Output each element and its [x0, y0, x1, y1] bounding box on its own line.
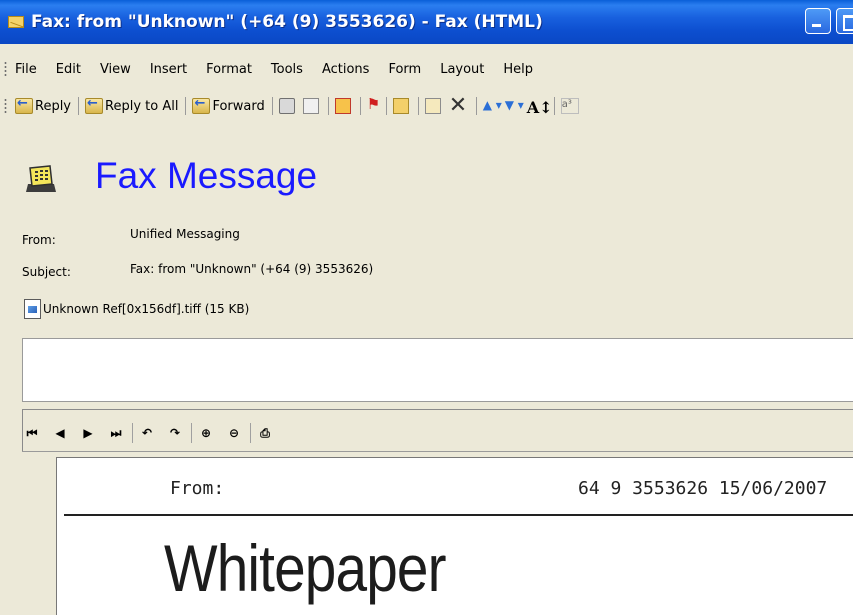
last-page-button[interactable]: ⏭ — [106, 426, 126, 441]
last-page-icon: ⏭ — [110, 425, 122, 440]
next-item-icon: ▼ ▾ — [504, 98, 524, 112]
maximize-button[interactable] — [836, 8, 853, 34]
fax-from-label: From: — [170, 478, 225, 499]
previous-page-button[interactable]: ◀ — [50, 426, 70, 440]
open-folder-button[interactable] — [392, 98, 411, 114]
menu-form[interactable]: Form — [388, 62, 421, 77]
from-value: Unified Messaging — [130, 227, 240, 241]
viewer-print-button[interactable]: ⎙ — [255, 426, 275, 441]
attachment-file-icon — [24, 299, 41, 319]
viewer-separator — [250, 423, 251, 443]
fax-divider-line — [64, 514, 853, 516]
standard-toolbar: Reply Reply to All Forward ✕ ▲ ▾ ▼ ▾ A↕ … — [0, 92, 853, 120]
message-title: Fax Message — [95, 155, 318, 196]
copy-button[interactable] — [302, 98, 321, 114]
encoding-button[interactable]: a³ — [560, 98, 581, 114]
print-icon — [278, 98, 295, 114]
title-bar: Fax: from "Unknown" (+64 (9) 3553626) - … — [0, 0, 853, 44]
fax-number-date: 64 9 3553626 15/06/2007 — [578, 478, 828, 499]
print-icon: ⎙ — [260, 425, 270, 440]
envelope-button[interactable] — [334, 98, 353, 114]
rotate-left-button[interactable]: ↶ — [137, 426, 157, 440]
next-page-button[interactable]: ▶ — [78, 426, 98, 440]
previous-item-button[interactable]: ▲ ▾ — [482, 98, 502, 114]
delete-icon: ✕ — [448, 93, 468, 118]
message-body[interactable] — [22, 338, 853, 402]
delete-button[interactable]: ✕ — [448, 93, 469, 118]
rotate-right-button[interactable]: ↷ — [165, 426, 185, 440]
menu-tools[interactable]: Tools — [271, 62, 303, 77]
toolbar-separator — [327, 97, 329, 115]
menu-bar: File Edit View Insert Format Tools Actio… — [0, 57, 853, 81]
previous-item-icon: ▲ ▾ — [482, 98, 502, 112]
window-title: Fax: from "Unknown" (+64 (9) 3553626) - … — [31, 12, 543, 32]
encoding-icon: a³ — [560, 98, 579, 114]
follow-up-flag-button[interactable] — [367, 95, 380, 114]
menu-actions[interactable]: Actions — [322, 62, 370, 77]
prev-page-icon: ◀ — [55, 426, 65, 440]
toolbar-separator — [417, 97, 419, 115]
menu-help[interactable]: Help — [503, 62, 533, 77]
reply-all-icon — [85, 96, 104, 114]
reply-icon — [15, 96, 33, 114]
menu-file[interactable]: File — [15, 62, 37, 77]
reply-all-button[interactable]: Reply to All — [85, 96, 179, 114]
menu-view[interactable]: View — [100, 62, 131, 77]
from-label: From: — [22, 233, 56, 247]
toolbar-separator — [271, 97, 273, 115]
fax-heading: Whitepaper — [164, 531, 447, 605]
toolbar-separator — [553, 97, 555, 115]
copy-icon — [302, 98, 319, 114]
viewer-separator — [132, 423, 133, 443]
zoom-out-icon: ⊖ — [228, 426, 240, 440]
first-page-icon: ⏮ — [26, 425, 38, 440]
menu-layout[interactable]: Layout — [440, 62, 484, 77]
move-icon — [424, 98, 441, 114]
toolbar-separator — [78, 97, 80, 115]
envelope-icon — [8, 16, 24, 28]
reply-button[interactable]: Reply — [15, 96, 72, 114]
menu-insert[interactable]: Insert — [150, 62, 187, 77]
rotate-left-icon: ↶ — [141, 426, 153, 440]
envelope-icon — [334, 98, 351, 114]
subject-label: Subject: — [22, 265, 71, 279]
print-button[interactable] — [278, 98, 297, 114]
subject-value: Fax: from "Unknown" (+64 (9) 3553626) — [130, 262, 374, 276]
toolbar-separator — [185, 97, 187, 115]
next-page-icon: ▶ — [83, 426, 93, 440]
reply-all-label: Reply to All — [105, 98, 179, 114]
toolbar-grip[interactable] — [4, 98, 7, 114]
font-size-icon: A↕ — [526, 98, 553, 117]
next-item-button[interactable]: ▼ ▾ — [504, 98, 524, 114]
toolbar-separator — [385, 97, 387, 115]
menu-grip[interactable] — [4, 61, 7, 77]
open-folder-icon — [392, 98, 409, 114]
font-size-button[interactable]: A↕ — [526, 98, 553, 117]
toolbar-separator — [475, 97, 477, 115]
first-page-button[interactable]: ⏮ — [22, 426, 42, 441]
menu-format[interactable]: Format — [206, 62, 252, 77]
viewer-toolbar: ⏮ ◀ ▶ ⏭ ↶ ↷ ⊕ ⊖ ⎙ — [22, 419, 283, 447]
forward-icon — [192, 96, 211, 114]
viewer-separator — [191, 423, 192, 443]
forward-button[interactable]: Forward — [192, 96, 265, 114]
menu-edit[interactable]: Edit — [56, 62, 81, 77]
forward-label: Forward — [212, 98, 265, 114]
attachment-link[interactable]: Unknown Ref[0x156df].tiff (15 KB) — [43, 302, 249, 316]
zoom-in-button[interactable]: ⊕ — [196, 426, 216, 440]
reply-label: Reply — [35, 98, 72, 114]
minimize-button[interactable] — [805, 8, 831, 34]
move-to-folder-button[interactable] — [424, 98, 443, 114]
zoom-in-icon: ⊕ — [200, 426, 212, 440]
flag-icon — [367, 95, 380, 114]
rotate-right-icon: ↷ — [169, 426, 181, 440]
toolbar-separator — [359, 97, 361, 115]
fax-machine-icon — [26, 165, 56, 192]
zoom-out-button[interactable]: ⊖ — [224, 426, 244, 440]
